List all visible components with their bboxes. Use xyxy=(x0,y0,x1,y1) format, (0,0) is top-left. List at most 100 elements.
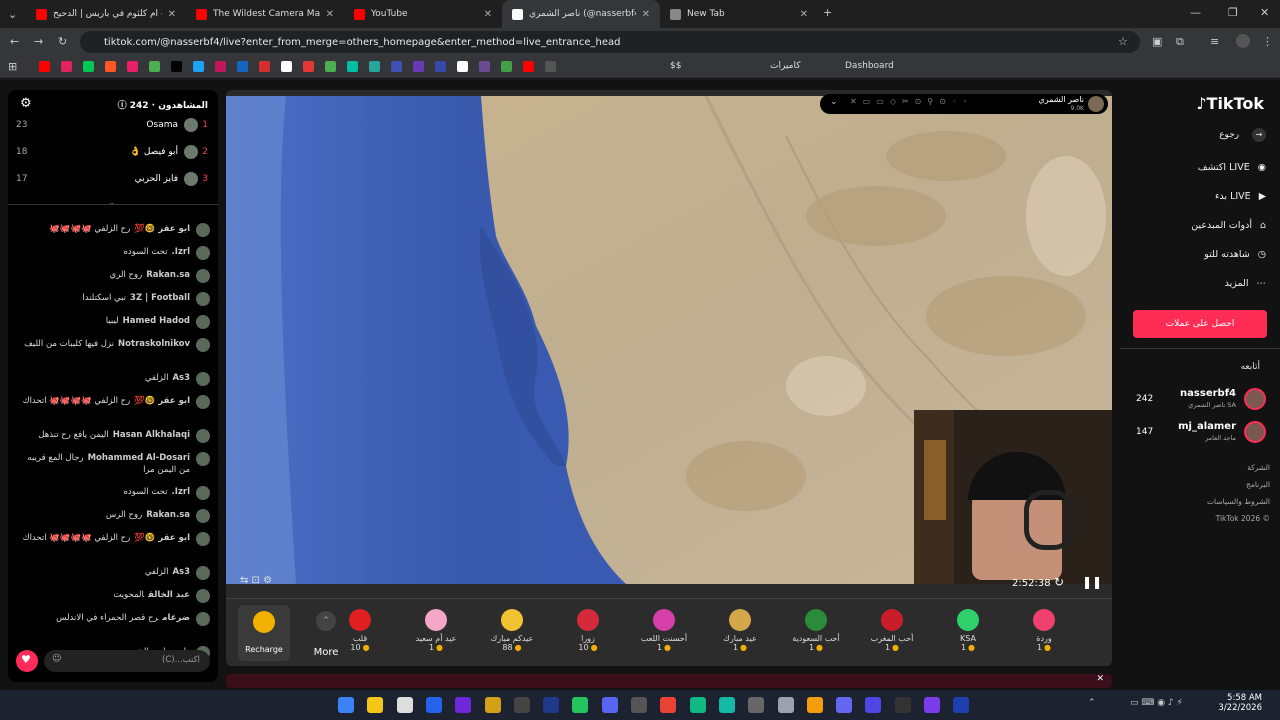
chat-username[interactable]: 3Z | Football xyxy=(130,293,190,303)
puzzle-icon[interactable]: ⧉ xyxy=(1176,35,1184,49)
taskbar-app-icon[interactable] xyxy=(689,697,706,713)
clock-time[interactable]: 5:58 AM xyxy=(1212,693,1262,703)
viewers-header[interactable]: المشاهدون · 242 ⓘ xyxy=(118,98,208,111)
sidebar-nav-item[interactable]: أدوات المبدعين ⌂ xyxy=(1191,220,1266,231)
chat-username[interactable]: Hamed Hadod xyxy=(123,316,190,326)
browser-tab[interactable]: YouTube ✕ xyxy=(344,0,502,28)
host-avatar[interactable] xyxy=(1088,96,1104,112)
bookmark-favicon-icon[interactable] xyxy=(368,61,380,72)
taskbar-app-icon[interactable] xyxy=(865,697,882,713)
taskbar-app-icon[interactable] xyxy=(748,697,765,713)
tab-search-icon[interactable]: ⌄ xyxy=(8,8,17,21)
bookmark-favicon-icon[interactable] xyxy=(434,61,446,72)
clock-date[interactable]: 3/22/2026 xyxy=(1212,703,1262,713)
gift-item[interactable]: عيدكم مبارك 88 ● xyxy=(482,609,542,652)
gift-item[interactable]: عيد أم سعيد 1 ● xyxy=(406,609,466,652)
taskbar-app-icon[interactable] xyxy=(894,697,911,713)
tab-close-icon[interactable]: ✕ xyxy=(484,9,492,20)
bookmark-favicon-icon[interactable] xyxy=(280,61,292,72)
bookmark-star-icon[interactable]: ☆ xyxy=(1118,35,1128,48)
bookmark-favicon-icon[interactable] xyxy=(390,61,402,72)
gift-item[interactable]: زورا 10 ● xyxy=(558,609,618,652)
chat-username[interactable]: Izrl. xyxy=(172,247,190,257)
gift-item[interactable]: أحسنت اللعب 1 ● xyxy=(634,609,694,652)
chat-message[interactable]: عبد الخالقالمحويت xyxy=(8,589,218,603)
chat-message[interactable]: Rakan.saروح الرس xyxy=(8,509,218,523)
maximize-icon[interactable]: ❐ xyxy=(1228,6,1238,19)
taskbar-app-icon[interactable] xyxy=(924,697,940,713)
following-row[interactable]: 242 nasserbf4 ناصر الشمري SA xyxy=(1120,386,1280,414)
browser-tab[interactable]: ناصر الشمري (@nasserbf4) ✕ xyxy=(502,0,660,28)
minimize-icon[interactable]: — xyxy=(1190,6,1201,19)
top-viewer-row[interactable]: 17 3 فايز الحربي xyxy=(8,172,218,190)
chat-username[interactable]: Notraskolnikov xyxy=(118,339,190,349)
toolbar-chevron-icon[interactable]: ⌄ xyxy=(830,97,838,107)
chat-username[interactable]: Izrl. xyxy=(172,487,190,497)
bookmark-favicon-icon[interactable] xyxy=(412,61,424,72)
taskbar-app-icon[interactable] xyxy=(338,697,354,713)
bookmark-favicon-icon[interactable] xyxy=(346,61,358,72)
bookmark-favicon-icon[interactable] xyxy=(38,61,50,72)
extension-icon[interactable]: ▣ xyxy=(1152,35,1162,48)
gift-item[interactable]: أحب المغرب 1 ● xyxy=(862,609,922,652)
bookmark-favicon-icon[interactable] xyxy=(214,61,226,72)
chat-message[interactable]: ابو عقر 🤓💯رح الزلفي 🐙🐙🐙🐙 اتحداك xyxy=(8,532,218,546)
gift-item[interactable]: عيد مبارك 1 ● xyxy=(710,609,770,652)
bookmark-favicon-icon[interactable] xyxy=(500,61,512,72)
taskbar-app-icon[interactable] xyxy=(367,697,384,713)
chat-message[interactable]: 3Z | Footballنبي اسكتلندا xyxy=(8,292,218,306)
taskbar-app-icon[interactable] xyxy=(396,697,413,713)
chat-input[interactable]: ☺ اكتب...(C) xyxy=(44,650,210,672)
gift-item[interactable]: أحب السعودية 1 ● xyxy=(786,609,846,652)
like-heart-button[interactable]: ♥ xyxy=(16,650,38,672)
chat-message[interactable]: Rakan.saروح الري xyxy=(8,269,218,283)
sidebar-nav-item[interactable]: اكتشف LIVE ◉ xyxy=(1198,162,1266,173)
bookmark-favicon-icon[interactable] xyxy=(544,61,556,72)
forward-icon[interactable]: → xyxy=(34,35,43,48)
browser-tab[interactable]: The Wildest Camera Market I've ✕ xyxy=(186,0,344,28)
refresh-icon[interactable]: ↻ xyxy=(1054,575,1064,589)
bookmark-favicon-icon[interactable] xyxy=(126,61,138,72)
profile-icon[interactable] xyxy=(1236,34,1250,48)
tab-close-icon[interactable]: ✕ xyxy=(642,9,650,20)
recharge-button[interactable]: Recharge xyxy=(238,605,290,661)
taskbar-app-icon[interactable] xyxy=(455,697,472,713)
bookmark-favicon-icon[interactable] xyxy=(236,61,248,72)
chat-message[interactable]: Mohammed Al-Dosariرجال المع قريبه من الي… xyxy=(8,452,218,476)
chat-message[interactable]: As3الزلفي xyxy=(8,566,218,580)
taskbar-app-icon[interactable] xyxy=(777,697,794,713)
chat-username[interactable]: عبد الخالق xyxy=(148,590,190,600)
live-player[interactable]: ناصر الشمري 9.0K ⌄ ✕▭▭◇✂⊙⚲⊙◦◦ 2:52:38 ↻ … xyxy=(226,90,1112,666)
footer-link[interactable]: الشركة xyxy=(1247,463,1270,472)
tab-close-icon[interactable]: ✕ xyxy=(800,9,808,20)
taskbar-app-icon[interactable] xyxy=(572,697,589,713)
chat-username[interactable]: Rakan.sa xyxy=(146,510,190,520)
bookmark-favicon-icon[interactable] xyxy=(148,61,160,72)
bookmark-favicon-icon[interactable] xyxy=(258,61,270,72)
tray-icons[interactable]: ▭ ⌨ ◉ ♪ ⚡ xyxy=(1130,698,1183,708)
url-field[interactable]: tiktok.com/@nasserbf4/live?enter_from_me… xyxy=(80,31,1140,53)
tray-chevron-icon[interactable]: ⌃ xyxy=(1088,698,1096,708)
taskbar-app-icon[interactable] xyxy=(601,697,618,713)
chat-username[interactable]: ابو عقر 🤓💯 xyxy=(134,533,190,543)
bookmark-favicon-icon[interactable] xyxy=(324,61,336,72)
chat-username[interactable]: Mohammed Al-Dosari xyxy=(88,453,190,463)
bookmark-favicon-icon[interactable] xyxy=(192,61,204,72)
collapse-chevron-icon[interactable]: ⌄ xyxy=(108,198,116,208)
bookmark-cameras[interactable]: كاميرات xyxy=(770,61,801,71)
top-viewer-row[interactable]: 23 1 Osama xyxy=(8,118,218,136)
tab-close-icon[interactable]: ✕ xyxy=(326,9,334,20)
chat-username[interactable]: Rakan.sa xyxy=(146,270,190,280)
taskbar-app-icon[interactable] xyxy=(513,697,530,713)
chat-username[interactable]: ابو عقر 🤓💯 xyxy=(134,396,190,406)
settings-gear-icon[interactable]: ⚙ xyxy=(20,96,32,111)
top-viewer-row[interactable]: 18 2 👌 أبو فيصل xyxy=(8,145,218,163)
gift-item[interactable]: وردة 1 ● xyxy=(1014,609,1074,652)
host-name[interactable]: ناصر الشمري xyxy=(1038,95,1084,104)
gift-item[interactable]: قلب 10 ● xyxy=(330,609,390,652)
chat-message[interactable]: ابو عقر 🤓💯رح الزلفي 🐙🐙🐙🐙 اتحداك xyxy=(8,395,218,409)
taskbar-app-icon[interactable] xyxy=(660,697,677,713)
new-tab-icon[interactable]: + xyxy=(823,6,832,19)
reload-icon[interactable]: ↻ xyxy=(58,35,67,48)
menu-icon[interactable]: ⋮ xyxy=(1262,35,1273,48)
